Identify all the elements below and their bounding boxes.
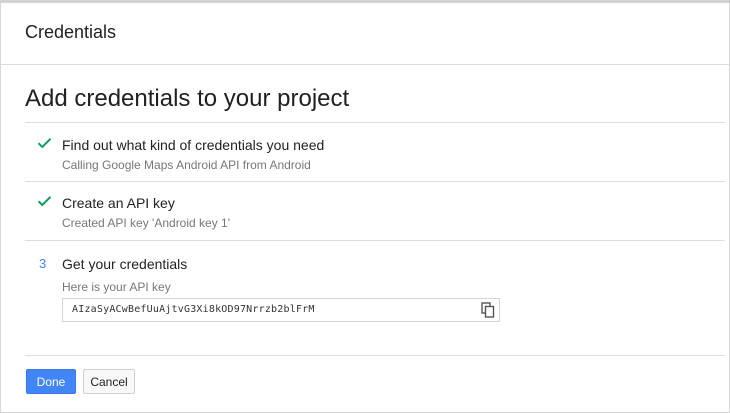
step-title: Find out what kind of credentials you ne… [62, 137, 325, 153]
header-title: Credentials [25, 22, 117, 42]
step-title: Get your credentials [62, 256, 188, 272]
header: Credentials [1, 1, 729, 65]
api-key-value[interactable]: AIzaSyACwBefUuAjtvG3Xi8kOD97Nrrzb2blFrM [72, 304, 315, 315]
step-get-credentials: 3 Get your credentials Here is your API … [25, 256, 725, 296]
divider [25, 355, 725, 356]
step-number: 3 [39, 256, 47, 271]
step-subtitle: Here is your API key [62, 280, 171, 294]
step-title: Create an API key [62, 195, 175, 211]
checkmark-icon [37, 195, 53, 211]
step-subtitle: Created API key 'Android key 1' [62, 216, 231, 230]
done-button[interactable]: Done [26, 369, 76, 394]
page-title: Add credentials to your project [25, 85, 350, 112]
divider [25, 240, 725, 241]
divider [25, 122, 725, 123]
step-create-api-key: Create an API key Created API key 'Andro… [25, 195, 725, 235]
cancel-button[interactable]: Cancel [83, 369, 135, 394]
api-key-field[interactable]: AIzaSyACwBefUuAjtvG3Xi8kOD97Nrrzb2blFrM [62, 298, 500, 322]
step-subtitle: Calling Google Maps Android API from And… [62, 158, 311, 172]
credentials-dialog: Credentials Add credentials to your proj… [0, 0, 730, 413]
checkmark-icon [37, 137, 53, 153]
copy-icon[interactable] [481, 302, 495, 318]
step-find-credentials: Find out what kind of credentials you ne… [25, 137, 725, 177]
divider [25, 181, 725, 182]
